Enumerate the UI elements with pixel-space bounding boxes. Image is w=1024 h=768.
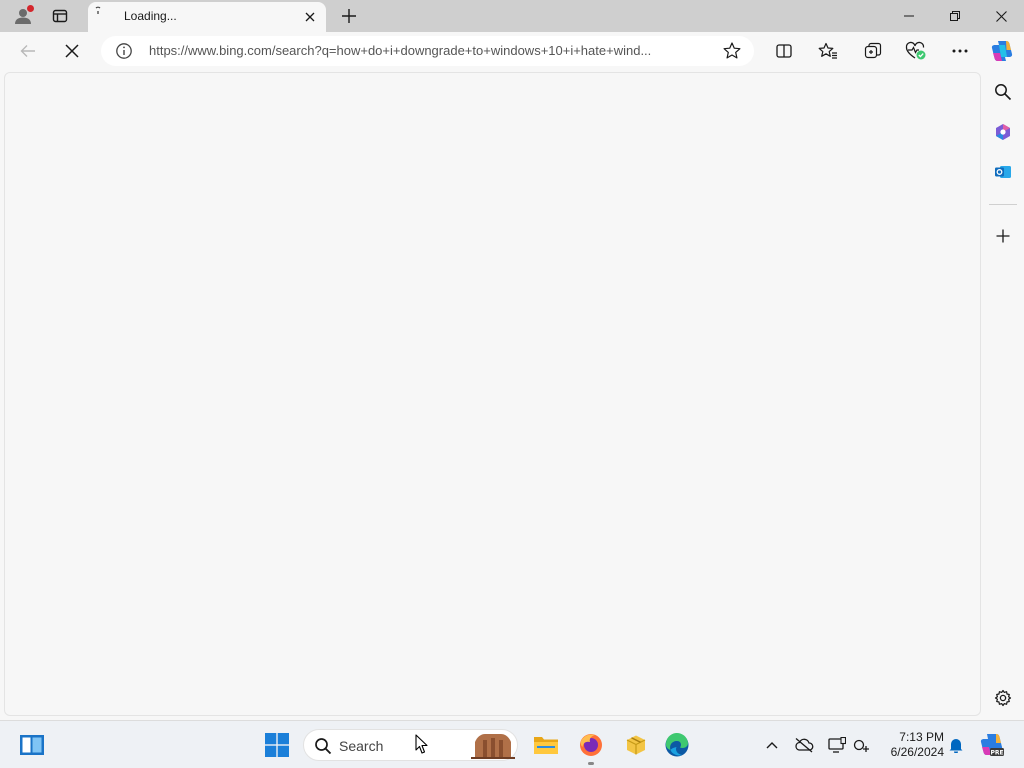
show-hidden-icons-button[interactable] <box>762 729 782 761</box>
plus-icon <box>342 9 356 23</box>
sidebar-outlook-button[interactable] <box>991 160 1015 184</box>
network-status-button[interactable] <box>851 729 873 761</box>
close-icon <box>305 12 315 22</box>
widgets-button[interactable] <box>16 729 48 761</box>
more-button[interactable] <box>945 36 975 66</box>
start-button[interactable] <box>261 729 293 761</box>
search-icon <box>995 84 1012 101</box>
firefox-button[interactable] <box>575 729 607 761</box>
loading-spinner-icon <box>95 6 101 14</box>
favorites-button[interactable] <box>813 36 843 66</box>
restore-icon <box>950 11 960 21</box>
bell-icon <box>949 739 963 753</box>
gear-icon <box>994 689 1012 707</box>
url-text[interactable]: https://www.bing.com/search?q=how+do+i+d… <box>149 43 719 58</box>
taskbar-search[interactable]: Search <box>303 729 518 761</box>
minimize-icon <box>904 15 914 17</box>
close-window-button[interactable] <box>978 0 1024 32</box>
tab-title: Loading... <box>124 9 177 23</box>
tab-active[interactable]: Loading... <box>88 2 326 32</box>
sidebar-search-button[interactable] <box>991 80 1015 104</box>
svg-text:PRE: PRE <box>990 750 1003 757</box>
back-button[interactable] <box>13 36 43 66</box>
copilot-icon: PRE <box>980 734 1004 757</box>
copilot-button[interactable] <box>987 36 1017 66</box>
edge-sidebar <box>983 72 1024 716</box>
star-icon[interactable] <box>722 41 742 61</box>
minimize-button[interactable] <box>886 0 932 32</box>
widgets-icon <box>20 735 44 755</box>
network-icon <box>853 739 869 752</box>
plus-icon <box>996 229 1010 243</box>
copilot-taskbar-button[interactable]: PRE <box>976 729 1008 761</box>
profile-button[interactable] <box>8 0 38 32</box>
copilot-icon <box>991 41 1013 61</box>
edge-icon <box>665 732 689 757</box>
collections-button[interactable] <box>858 36 888 66</box>
split-screen-button[interactable] <box>769 36 799 66</box>
onedrive-button[interactable] <box>792 729 816 761</box>
favorites-icon <box>818 42 837 59</box>
more-icon <box>952 49 968 53</box>
folder-icon <box>534 737 558 754</box>
display-button[interactable] <box>826 729 848 761</box>
browser-essentials-button[interactable] <box>901 36 931 66</box>
mouse-cursor-icon <box>415 734 428 754</box>
sidebar-m365-button[interactable] <box>991 120 1015 144</box>
notification-dot <box>27 5 34 12</box>
sidebar-divider <box>989 204 1017 205</box>
search-placeholder: Search <box>339 738 384 754</box>
windows-logo-icon <box>265 733 289 757</box>
search-highlight-icon <box>471 734 515 759</box>
outlook-icon <box>995 166 1011 178</box>
close-icon <box>995 10 1007 22</box>
windows-taskbar: Search 7:13 PM 6/26/2024 PRE <box>0 720 1024 768</box>
system-clock[interactable]: 7:13 PM 6/26/2024 <box>880 730 944 760</box>
cloud-offline-icon <box>795 738 814 753</box>
firefox-running-indicator <box>588 762 594 765</box>
tab-close-button[interactable] <box>300 7 320 27</box>
info-icon[interactable] <box>115 42 133 60</box>
heart-pulse-icon <box>905 41 926 60</box>
app-package-button[interactable] <box>620 729 652 761</box>
notifications-button[interactable] <box>946 729 966 761</box>
sidebar-settings-button[interactable] <box>991 686 1015 710</box>
edge-button[interactable] <box>661 729 693 761</box>
package-icon <box>626 735 646 755</box>
split-screen-icon <box>776 44 792 58</box>
tab-actions-icon <box>52 9 68 23</box>
new-tab-button[interactable] <box>336 0 362 32</box>
monitor-icon <box>828 737 846 753</box>
clock-date: 6/26/2024 <box>890 745 944 759</box>
chevron-up-icon <box>766 742 778 749</box>
close-icon <box>65 44 79 58</box>
web-content-area[interactable] <box>4 72 981 716</box>
microsoft-365-icon <box>996 124 1010 140</box>
stop-loading-button[interactable] <box>57 36 87 66</box>
restore-button[interactable] <box>932 0 978 32</box>
title-bar: Loading... <box>0 0 1024 32</box>
clock-time: 7:13 PM <box>899 730 944 744</box>
arrow-left-icon <box>20 45 35 57</box>
firefox-icon <box>580 734 602 756</box>
browser-toolbar: https://www.bing.com/search?q=how+do+i+d… <box>0 32 1024 72</box>
collections-icon <box>864 42 882 59</box>
search-icon <box>315 738 332 755</box>
file-explorer-button[interactable] <box>530 729 562 761</box>
tab-actions-button[interactable] <box>46 0 74 32</box>
sidebar-add-button[interactable] <box>991 224 1015 248</box>
address-bar[interactable]: https://www.bing.com/search?q=how+do+i+d… <box>101 36 754 66</box>
